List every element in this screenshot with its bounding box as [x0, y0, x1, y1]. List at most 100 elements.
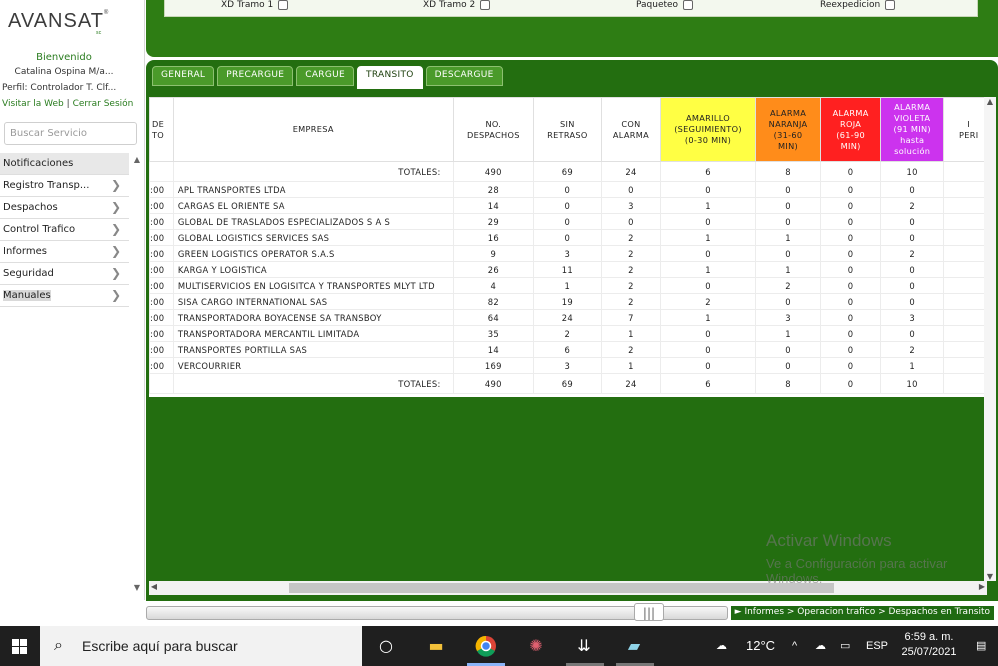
menu-item-informes[interactable]: Informes ❯ — [0, 241, 129, 263]
cell-con-alarma[interactable]: 7 — [600, 309, 662, 326]
cell-amarillo[interactable]: 1 — [660, 197, 756, 214]
filter-xd-tramo-2[interactable]: XD Tramo 2 — [423, 0, 491, 10]
network-icon[interactable]: ▭ — [840, 626, 850, 666]
cell-con-alarma[interactable]: 1 — [600, 325, 662, 342]
total-naranja[interactable]: 8 — [754, 373, 822, 394]
cell-sin-retraso[interactable]: 0 — [533, 197, 602, 214]
cell-naranja[interactable]: 0 — [754, 293, 822, 310]
tab-precargue[interactable]: PRECARGUE — [217, 66, 294, 86]
cell-empresa[interactable]: TRANSPORTADORA MERCANTIL LIMITADA — [172, 325, 454, 342]
cell-despachos[interactable]: 14 — [452, 341, 535, 358]
cell-naranja[interactable]: 0 — [754, 181, 822, 198]
windows-start-icon[interactable] — [0, 626, 40, 666]
cell-sin-retraso[interactable]: 0 — [533, 181, 602, 198]
cell-con-alarma[interactable]: 2 — [600, 293, 662, 310]
cell-sin-retraso[interactable]: 24 — [533, 309, 602, 326]
cell-naranja[interactable]: 3 — [754, 309, 822, 326]
cell-con-alarma[interactable]: 1 — [600, 357, 662, 374]
cell-naranja[interactable]: 0 — [754, 245, 822, 262]
cloud-icon[interactable]: ☁ — [815, 626, 826, 666]
cell-violeta[interactable]: 0 — [879, 213, 945, 230]
filter-paqueteo[interactable]: Paqueteo — [636, 0, 694, 10]
app-icon-fish[interactable]: ✺ — [522, 632, 550, 660]
cell-despachos[interactable]: 4 — [452, 277, 535, 294]
cell-naranja[interactable]: 1 — [754, 325, 822, 342]
cell-empresa[interactable]: GLOBAL DE TRASLADOS ESPECIALIZADOS S A S — [172, 213, 454, 230]
cell-roja[interactable]: 0 — [820, 341, 881, 358]
sidebar-scrollbar[interactable]: ▲ ▼ — [131, 155, 143, 595]
total-despachos[interactable]: 490 — [452, 373, 535, 394]
total-amarillo[interactable]: 6 — [660, 373, 756, 394]
cell-naranja[interactable]: 0 — [754, 197, 822, 214]
cell-violeta[interactable]: 0 — [879, 325, 945, 342]
total-despachos[interactable]: 490 — [452, 161, 535, 182]
total-sin-retraso[interactable]: 69 — [533, 373, 602, 394]
tab-general[interactable]: GENERAL — [152, 66, 215, 86]
visit-web-link[interactable]: Visitar la Web — [2, 99, 64, 109]
cell-amarillo[interactable]: 0 — [660, 325, 756, 342]
cell-despachos[interactable]: 169 — [452, 357, 535, 374]
cell-amarillo[interactable]: 2 — [660, 293, 756, 310]
menu-item-despachos[interactable]: Despachos ❯ — [0, 197, 129, 219]
taskbar-search-box[interactable]: ⌕ Escribe aquí para buscar — [40, 626, 362, 666]
weather-icon[interactable]: ☁ — [716, 626, 727, 666]
total-con-alarma[interactable]: 24 — [600, 161, 662, 182]
app-icon-notes[interactable]: ▰ — [620, 632, 648, 660]
cell-despachos[interactable]: 35 — [452, 325, 535, 342]
cell-despachos[interactable]: 29 — [452, 213, 535, 230]
checkbox[interactable] — [885, 0, 896, 10]
cell-empresa[interactable]: TRANSPORTADORA BOYACENSE SA TRANSBOY — [172, 309, 454, 326]
cell-amarillo[interactable]: 0 — [660, 341, 756, 358]
cell-sin-retraso[interactable]: 0 — [533, 229, 602, 246]
search-service-input[interactable] — [4, 122, 137, 145]
cell-roja[interactable]: 0 — [820, 197, 881, 214]
cell-roja[interactable]: 0 — [820, 277, 881, 294]
cell-naranja[interactable]: 0 — [754, 357, 822, 374]
cell-amarillo[interactable]: 0 — [660, 357, 756, 374]
cell-despachos[interactable]: 26 — [452, 261, 535, 278]
cell-con-alarma[interactable]: 2 — [600, 341, 662, 358]
chevron-up-icon[interactable]: ^ — [792, 626, 797, 666]
cell-amarillo[interactable]: 0 — [660, 213, 756, 230]
cell-violeta[interactable]: 0 — [879, 181, 945, 198]
cell-con-alarma[interactable]: 2 — [600, 261, 662, 278]
filter-reexpedicion[interactable]: Reexpedicion — [820, 0, 896, 10]
scroll-down-icon[interactable]: ▼ — [984, 572, 996, 581]
scroll-left-icon[interactable]: ◀ — [149, 582, 159, 591]
cell-despachos[interactable]: 64 — [452, 309, 535, 326]
filter-xd-tramo-1[interactable]: XD Tramo 1 — [221, 0, 289, 10]
cell-despachos[interactable]: 14 — [452, 197, 535, 214]
chrome-icon[interactable] — [472, 632, 500, 660]
file-explorer-icon[interactable]: ▬ — [422, 632, 450, 660]
app-icon-download[interactable]: ⇊ — [570, 632, 598, 660]
cell-roja[interactable]: 0 — [820, 357, 881, 374]
clock[interactable]: 6:59 a. m. 25/07/2021 — [890, 630, 968, 660]
cell-violeta[interactable]: 2 — [879, 341, 945, 358]
total-violeta[interactable]: 10 — [879, 373, 945, 394]
cell-empresa[interactable]: APL TRANSPORTES LTDA — [172, 181, 454, 198]
tab-transito[interactable]: TRANSITO — [357, 66, 423, 89]
total-amarillo[interactable]: 6 — [660, 161, 756, 182]
cell-roja[interactable]: 0 — [820, 229, 881, 246]
cell-con-alarma[interactable]: 2 — [600, 229, 662, 246]
cell-sin-retraso[interactable]: 3 — [533, 245, 602, 262]
cell-sin-retraso[interactable]: 19 — [533, 293, 602, 310]
cell-naranja[interactable]: 0 — [754, 341, 822, 358]
scroll-thumb[interactable] — [289, 583, 834, 593]
scroll-up-icon[interactable]: ▲ — [131, 155, 143, 167]
cell-con-alarma[interactable]: 2 — [600, 245, 662, 262]
cell-naranja[interactable]: 0 — [754, 213, 822, 230]
cell-empresa[interactable]: GREEN LOGISTICS OPERATOR S.A.S — [172, 245, 454, 262]
cell-amarillo[interactable]: 1 — [660, 261, 756, 278]
language-indicator[interactable]: ESP — [866, 626, 888, 666]
tab-cargue[interactable]: CARGUE — [296, 66, 355, 86]
menu-item-registro[interactable]: Registro Transp... ❯ — [0, 175, 129, 197]
cell-naranja[interactable]: 2 — [754, 277, 822, 294]
total-roja[interactable]: 0 — [820, 161, 881, 182]
cell-despachos[interactable]: 82 — [452, 293, 535, 310]
total-roja[interactable]: 0 — [820, 373, 881, 394]
menu-item-manuales[interactable]: Manuales ❯ — [0, 285, 129, 307]
tab-descargue[interactable]: DESCARGUE — [425, 66, 503, 86]
menu-item-seguridad[interactable]: Seguridad ❯ — [0, 263, 129, 285]
cell-con-alarma[interactable]: 0 — [600, 181, 662, 198]
